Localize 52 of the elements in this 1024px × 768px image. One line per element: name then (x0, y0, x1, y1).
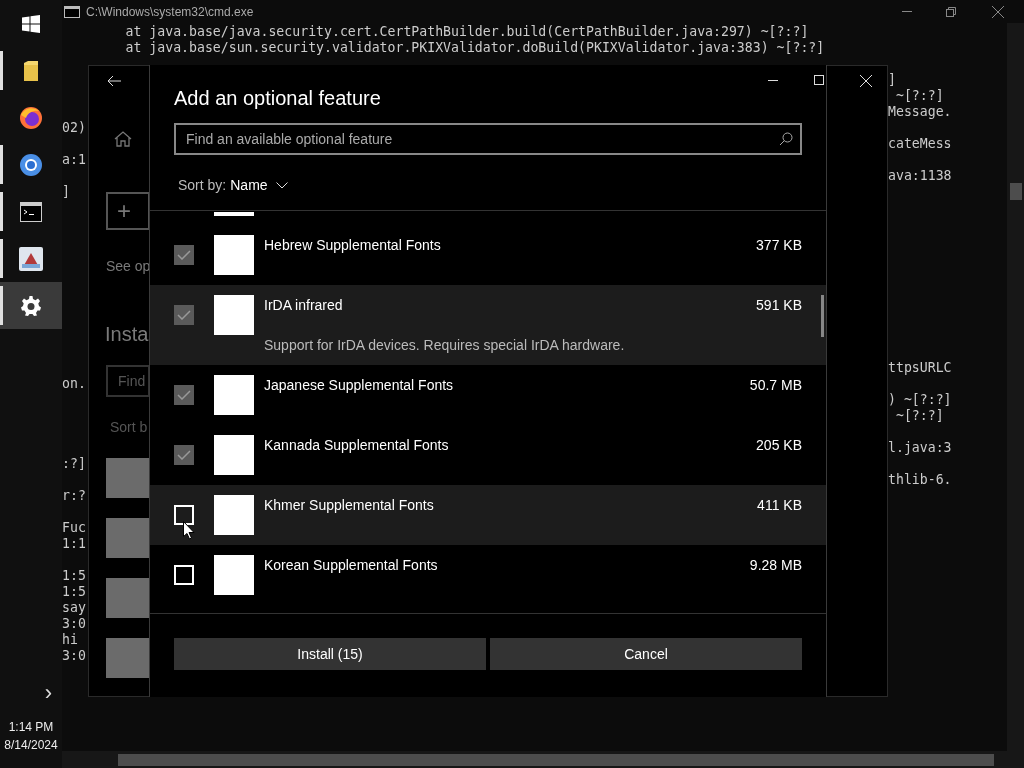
feature-size: 377 KB (756, 236, 802, 255)
console-text: 1:1 (62, 536, 86, 552)
console-line: at java.base/java.security.cert.CertPathBuilder.build(CertPathBuilder.java:297) ~[?:?] (124, 24, 809, 40)
clock-time: 1:14 PM (7, 719, 55, 736)
console-text: Message. (888, 104, 952, 120)
feature-name: Kannada Supplemental Fonts (264, 436, 449, 455)
console-text: ttpsURLC (888, 360, 952, 376)
console-text: Fuc (62, 520, 86, 536)
feature-name: Japanese Supplemental Fonts (264, 376, 454, 395)
console-text: hi (62, 632, 78, 648)
console-text: ] (62, 184, 70, 200)
clock-date: 8/14/2024 (3, 737, 59, 754)
console-text: on. (62, 376, 86, 392)
sort-dropdown[interactable]: Sort by: Name (178, 175, 288, 196)
feature-description: Support for IrDA devices. Requires special IrDA hardware. (264, 336, 626, 355)
console-text: 1:5 (62, 568, 86, 584)
feature-row[interactable]: Khmer Supplemental Fonts 411 KB (150, 485, 826, 545)
console-text: 3:0 (62, 616, 86, 632)
feature-name: Hebrew Supplemental Fonts (264, 236, 441, 255)
feature-size: 411 KB (757, 496, 802, 515)
console-text: a:1 (62, 152, 86, 168)
feature-name: IrDA infrared (264, 296, 343, 315)
feature-name: Khmer Supplemental Fonts (264, 496, 434, 515)
console-text: cateMess (888, 136, 952, 152)
console-text: 1:5 (62, 584, 86, 600)
section-heading: Insta (105, 322, 150, 347)
console-text: :?] (62, 456, 86, 472)
sort-label: Sort b (110, 418, 149, 437)
feature-row[interactable]: IrDA infrared 591 KB Support for IrDA devices. Requires special IrDA hardware. (150, 285, 826, 365)
console-text: ] (888, 72, 896, 88)
feature-name: Korean Supplemental Fonts (264, 556, 438, 575)
console-text: say (62, 600, 86, 616)
dialog-title: Add an optional feature (174, 86, 382, 110)
console-text: ~[?:?] (894, 408, 944, 424)
console-text: ava:1138 (888, 168, 952, 184)
console-text: thlib-6. (888, 472, 952, 488)
console-text: 3:0 (62, 648, 86, 664)
feature-size: 9.28 MB (749, 556, 802, 575)
console-text: l.java:3 (888, 440, 952, 456)
console-text: ) ~[?:?] (888, 392, 952, 408)
console-text: ~[?:?] (894, 88, 944, 104)
window-title: C:\Windows\system32\cmd.exe (86, 3, 254, 21)
console-line: at java.base/sun.security.validator.PKIXValidator.doBuild(PKIXValidator.java:383) ~[?:?] (124, 40, 825, 56)
search-field[interactable]: Find an available optional feature (174, 123, 802, 155)
console-text: 02) (62, 120, 86, 136)
feature-size: 50.7 MB (749, 376, 802, 395)
console-text: r:? (62, 488, 86, 504)
cancel-button[interactable]: Cancel (490, 638, 802, 670)
overflow-button[interactable]: › (44, 682, 52, 704)
install-button[interactable]: Install (15) (174, 638, 486, 670)
feature-size: 591 KB (756, 296, 802, 315)
feature-size: 205 KB (756, 436, 802, 455)
